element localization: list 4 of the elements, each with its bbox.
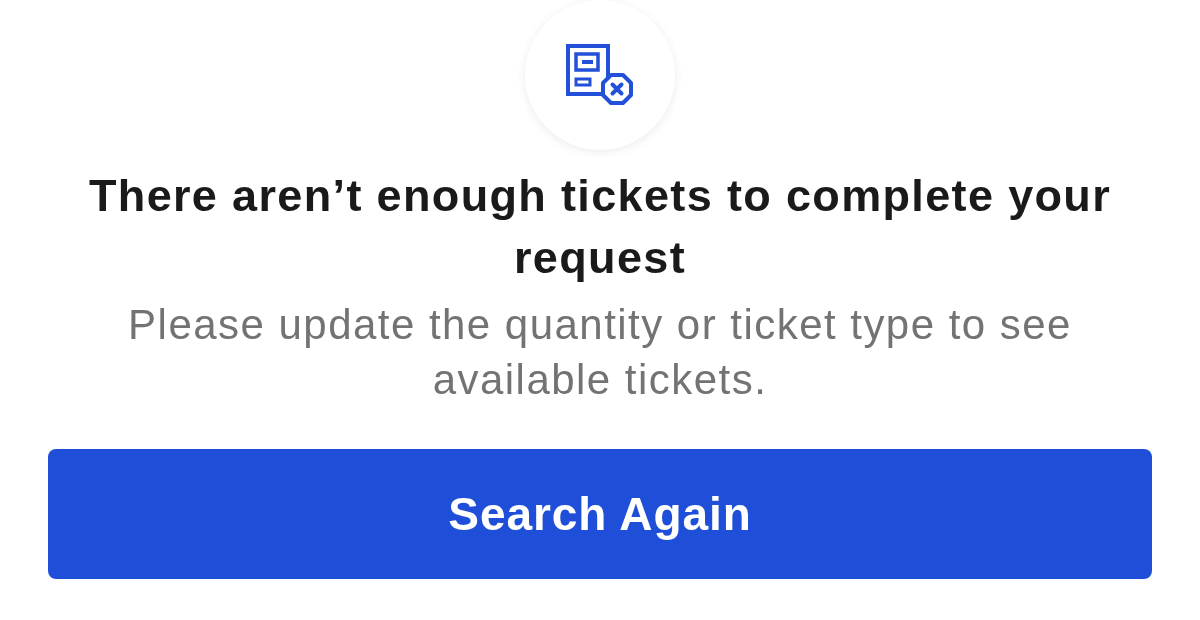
error-title: There aren’t enough tickets to complete your request [87,169,1113,285]
ticket-error-icon [566,44,634,106]
search-again-button[interactable]: Search Again [48,449,1152,579]
error-description: Please update the quantity or ticket type to see available tickets. [127,300,1073,405]
